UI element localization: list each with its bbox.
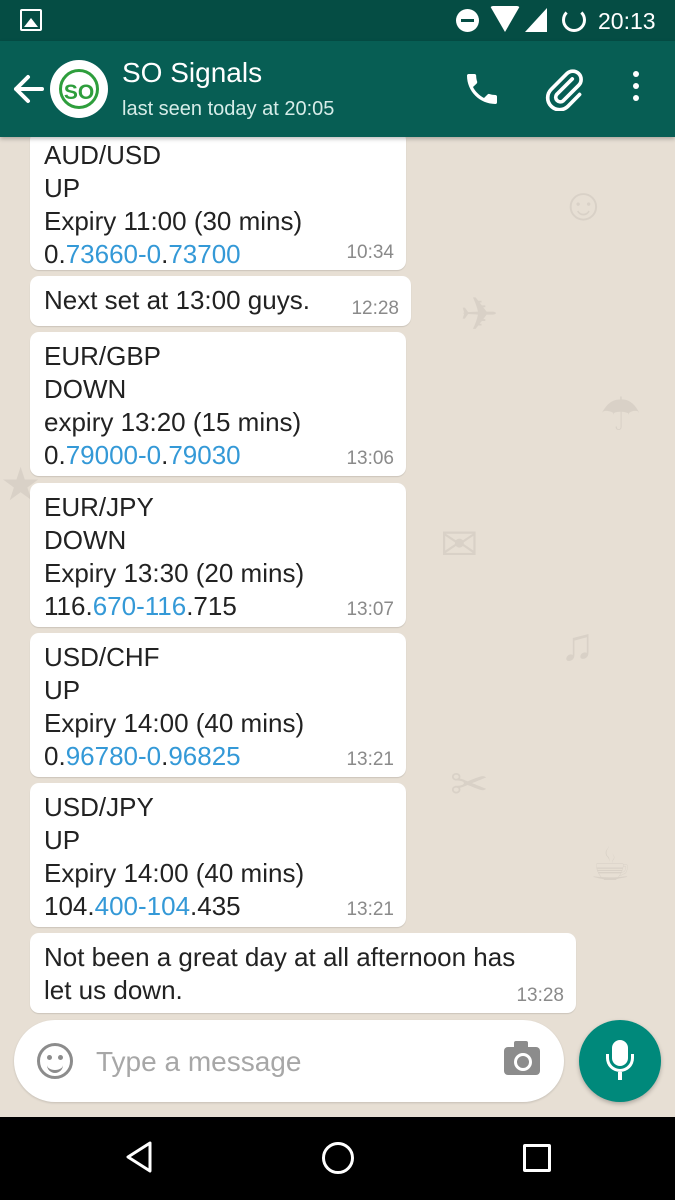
message-text: Expiry 14:00 (40 mins) [44, 708, 305, 738]
dot [633, 95, 639, 101]
signal-icon [525, 8, 547, 32]
message-list[interactable]: ☺ ✈ ☂ ✉ ♫ ✂ ☕ ★ ✎ AUD/USD UP Expiry 11:0… [0, 137, 675, 1117]
message-timestamp: 13:28 [516, 985, 564, 1006]
nav-recents-icon[interactable] [523, 1144, 551, 1172]
price-text: 0. [44, 239, 66, 269]
message-text: EUR/JPY [44, 492, 154, 522]
doodle-wallpaper-icon: ☂ [600, 388, 642, 440]
gallery-icon [20, 9, 42, 31]
message-timestamp: 13:21 [346, 899, 394, 920]
doodle-wallpaper-icon: ☕ [590, 838, 632, 890]
status-clock: 20:13 [598, 8, 656, 34]
message-text: UP [44, 173, 81, 203]
message-bubble[interactable]: Not been a great day at all afternoon ha… [30, 933, 576, 1013]
microphone-icon-stem [618, 1072, 622, 1080]
phone-icon[interactable] [462, 69, 502, 109]
contact-name[interactable]: SO Signals [122, 57, 262, 89]
price-range: 0.96780-0.96825 [44, 740, 392, 773]
last-seen-status: last seen today at 20:05 [122, 98, 335, 120]
paperclip-icon[interactable] [542, 67, 586, 111]
price-text: 116. [44, 591, 93, 621]
emoji-icon[interactable] [37, 1043, 73, 1079]
doodle-wallpaper-icon: ✉ [440, 518, 479, 570]
phone-number-link[interactable]: 400-104 [95, 891, 190, 921]
phone-number-link[interactable]: 96780-0 [66, 741, 161, 771]
message-text: USD/CHF [44, 642, 160, 672]
avatar-text: SO [63, 81, 95, 104]
microphone-icon-base [606, 1054, 634, 1072]
price-range: 0.73660-0.73700 [44, 238, 392, 271]
price-text: 0. [44, 741, 66, 771]
message-text: UP [44, 825, 81, 855]
phone-number-link[interactable]: 79000-0 [66, 440, 161, 470]
camera-icon[interactable] [504, 1041, 540, 1075]
message-timestamp: 12:28 [351, 298, 399, 319]
contact-avatar[interactable]: SO [50, 60, 108, 118]
price-range: 0.79000-0.79030 [44, 439, 392, 472]
message-text: AUD/USD [44, 140, 162, 170]
message-text: DOWN [44, 374, 127, 404]
dot [633, 71, 639, 77]
doodle-wallpaper-icon: ✂ [450, 758, 489, 810]
status-bar: 20:13 [0, 0, 675, 41]
system-nav-bar [0, 1117, 675, 1200]
message-text: expiry 13:20 (15 mins) [44, 407, 302, 437]
back-arrow-icon[interactable] [10, 69, 46, 109]
battery-icon [562, 8, 586, 32]
phone-number-link[interactable]: 79030 [168, 440, 240, 470]
dot [633, 83, 639, 89]
message-text: Expiry 11:00 (30 mins) [44, 206, 303, 236]
message-bubble[interactable]: USD/CHF UP Expiry 14:00 (40 mins) 0.9678… [30, 633, 406, 777]
message-bubble[interactable]: AUD/USD UP Expiry 11:00 (30 mins) 0.7366… [30, 137, 406, 270]
nav-back-icon[interactable] [124, 1139, 154, 1175]
message-text: let us down. [44, 975, 183, 1005]
doodle-wallpaper-icon: ♫ [560, 618, 595, 670]
message-text: Not been a great day at all afternoon ha… [44, 942, 516, 972]
message-timestamp: 13:07 [346, 599, 394, 620]
price-range: 116.670-116.715 [44, 590, 392, 623]
message-text: Expiry 14:00 (40 mins) [44, 858, 305, 888]
phone-number-link[interactable]: 73700 [168, 239, 240, 269]
message-text: Next set at 13:00 guys. [44, 285, 310, 315]
phone-number-link[interactable]: 73660-0 [66, 239, 161, 269]
price-text: .715 [186, 591, 237, 621]
chat-header: SO SO Signals last seen today at 20:05 [0, 41, 675, 137]
message-text: USD/JPY [44, 792, 154, 822]
price-text: .435 [190, 891, 241, 921]
price-range: 104.400-104.435 [44, 890, 392, 923]
message-input[interactable]: Type a message [96, 1046, 301, 1078]
message-text: Expiry 13:30 (20 mins) [44, 558, 305, 588]
do-not-disturb-icon [456, 9, 479, 32]
message-bubble[interactable]: EUR/JPY DOWN Expiry 13:30 (20 mins) 116.… [30, 483, 406, 627]
message-timestamp: 13:06 [346, 448, 394, 469]
nav-home-icon[interactable] [322, 1142, 354, 1174]
message-bubble[interactable]: USD/JPY UP Expiry 14:00 (40 mins) 104.40… [30, 783, 406, 927]
price-text: 104. [44, 891, 95, 921]
more-options-icon[interactable] [620, 71, 652, 107]
message-bubble[interactable]: EUR/GBP DOWN expiry 13:20 (15 mins) 0.79… [30, 332, 406, 476]
message-timestamp: 13:21 [346, 749, 394, 770]
phone-number-link[interactable]: 96825 [168, 741, 240, 771]
message-text: EUR/GBP [44, 341, 162, 371]
message-timestamp: 10:34 [346, 242, 394, 263]
price-text: 0. [44, 440, 66, 470]
wifi-icon [490, 6, 520, 32]
doodle-wallpaper-icon: ☺ [560, 178, 607, 230]
message-composer[interactable]: Type a message [14, 1020, 564, 1102]
message-text: DOWN [44, 525, 127, 555]
message-text: UP [44, 675, 81, 705]
voice-record-button[interactable] [579, 1020, 661, 1102]
doodle-wallpaper-icon: ✈ [460, 288, 499, 340]
phone-number-link[interactable]: 670-116 [93, 591, 187, 621]
message-bubble[interactable]: Next set at 13:00 guys. 12:28 [30, 276, 411, 326]
